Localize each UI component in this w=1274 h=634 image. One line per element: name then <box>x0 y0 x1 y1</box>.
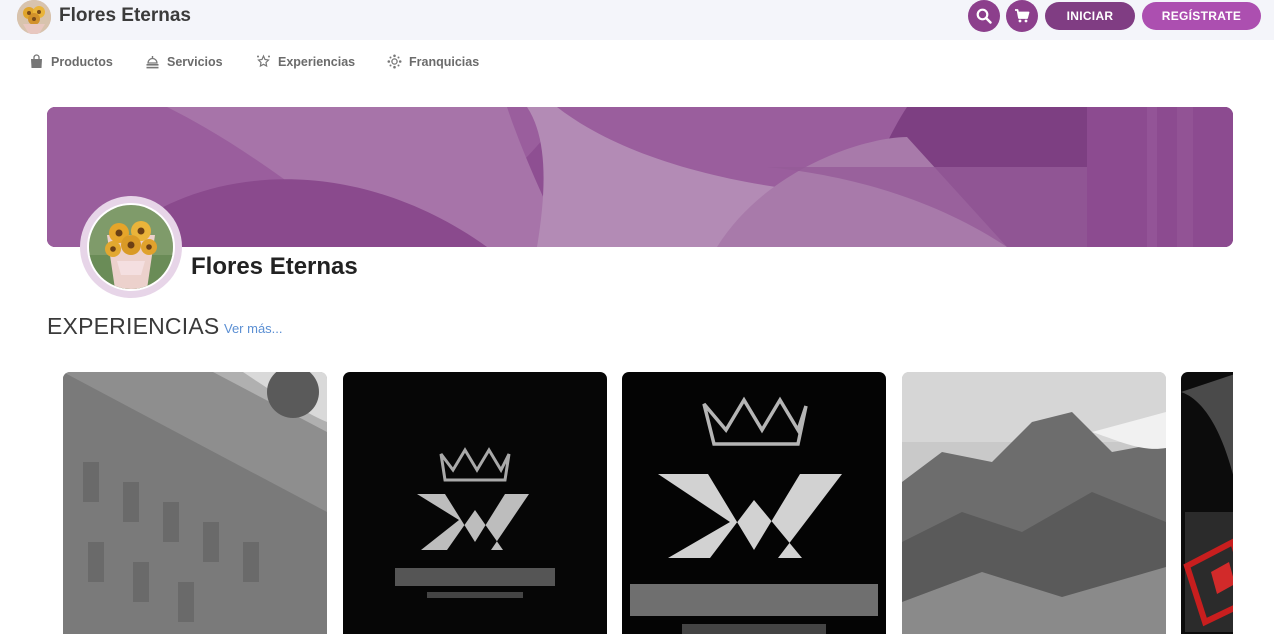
cart-icon <box>1015 9 1030 23</box>
section-title: EXPERIENCIAS <box>47 313 220 339</box>
experience-card[interactable] <box>343 372 607 634</box>
nav-item-label: Experiencias <box>278 54 356 69</box>
experience-card[interactable] <box>622 372 886 634</box>
brand-logo[interactable] <box>17 0 51 34</box>
shopping-bag-icon <box>31 54 42 68</box>
nav-item-label: Franquicias <box>409 54 480 69</box>
category-nav: Productos Servicios Experiencias Franqui… <box>0 40 1274 86</box>
experience-card[interactable] <box>63 372 327 634</box>
services-icon <box>146 56 159 69</box>
nav-item-servicios[interactable]: Servicios <box>145 54 223 69</box>
top-bar: Flores Eternas INICIAR REGÍSTRATE <box>0 0 1274 40</box>
avatar[interactable] <box>87 203 175 291</box>
brand-title[interactable]: Flores Eternas <box>59 5 191 27</box>
login-button[interactable]: INICIAR <box>1045 2 1135 30</box>
see-more-link[interactable]: Ver más... <box>224 321 283 336</box>
nav-item-franquicias[interactable]: Franquicias <box>387 54 479 69</box>
register-button[interactable]: REGÍSTRATE <box>1142 2 1261 30</box>
experience-carousel <box>63 372 1233 634</box>
franchise-icon <box>387 54 402 69</box>
experience-card[interactable] <box>1181 372 1233 634</box>
nav-item-productos[interactable]: Productos <box>29 54 113 69</box>
experiences-icon <box>257 54 270 68</box>
profile-name: Flores Eternas <box>191 253 358 280</box>
cart-button[interactable] <box>1006 0 1038 32</box>
nav-item-label: Productos <box>51 54 113 69</box>
search-button[interactable] <box>968 0 1000 32</box>
profile-banner <box>47 107 1233 247</box>
nav-item-label: Servicios <box>167 54 223 69</box>
nav-item-experiencias[interactable]: Experiencias <box>256 54 355 69</box>
search-icon <box>976 8 992 24</box>
experience-card[interactable] <box>902 372 1166 634</box>
